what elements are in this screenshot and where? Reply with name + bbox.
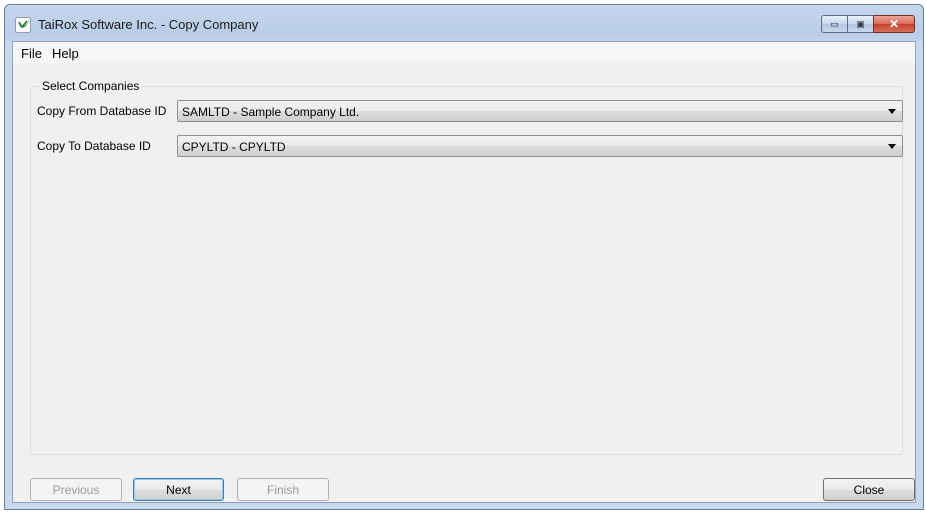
- copy-to-value: CPYLTD - CPYLTD: [182, 140, 286, 154]
- next-button-label: Next: [166, 482, 191, 497]
- tairox-logo-icon: [15, 17, 31, 33]
- copy-to-label: Copy To Database ID: [37, 139, 151, 153]
- finish-button-label: Finish: [266, 482, 299, 497]
- menu-bar: File Help: [13, 42, 915, 63]
- close-button-label: Close: [853, 482, 885, 497]
- previous-button-label: Previous: [52, 482, 100, 497]
- menu-help[interactable]: Help: [52, 46, 79, 61]
- previous-button[interactable]: Previous: [30, 478, 122, 501]
- copy-to-dropdown[interactable]: CPYLTD - CPYLTD: [177, 135, 903, 157]
- finish-button[interactable]: Finish: [237, 478, 329, 501]
- title-bar[interactable]: TaiRox Software Inc. - Copy Company ▭ ▣ …: [5, 5, 923, 41]
- copy-from-dropdown[interactable]: SAMLTD - Sample Company Ltd.: [177, 100, 903, 122]
- window-title: TaiRox Software Inc. - Copy Company: [38, 17, 259, 32]
- group-title: Select Companies: [39, 79, 143, 93]
- chevron-down-icon: [888, 144, 896, 149]
- close-button[interactable]: Close: [823, 478, 915, 501]
- maximize-button[interactable]: ▣: [847, 15, 873, 33]
- maximize-icon: ▣: [856, 18, 865, 29]
- minimize-icon: ▭: [830, 18, 839, 29]
- copy-from-label: Copy From Database ID: [37, 104, 167, 118]
- close-icon: ✕: [888, 17, 900, 31]
- caption-buttons: ▭ ▣ ✕: [821, 15, 915, 33]
- next-button[interactable]: Next: [133, 478, 224, 501]
- copy-from-value: SAMLTD - Sample Company Ltd.: [182, 105, 360, 119]
- client-area: File Help Select Companies Copy From Dat…: [12, 41, 916, 503]
- copy-company-window: TaiRox Software Inc. - Copy Company ▭ ▣ …: [4, 4, 924, 510]
- minimize-button[interactable]: ▭: [821, 15, 847, 33]
- chevron-down-icon: [888, 109, 896, 114]
- close-window-button[interactable]: ✕: [873, 15, 915, 33]
- menu-file[interactable]: File: [21, 46, 42, 61]
